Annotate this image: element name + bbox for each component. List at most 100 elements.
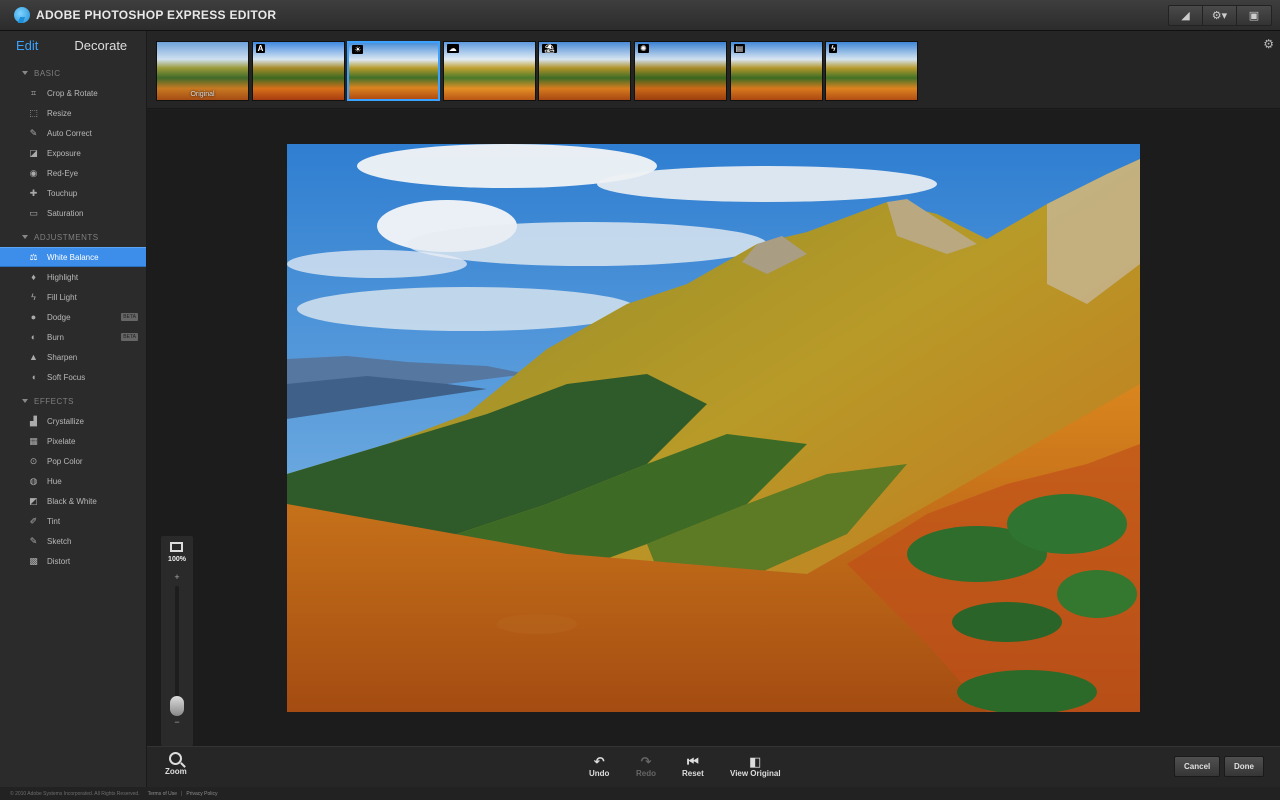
zoom-slider-handle[interactable]: [170, 696, 184, 716]
exposure-icon: ◪: [29, 147, 38, 158]
sidebar-item-white-balance[interactable]: ⚖ White Balance: [0, 247, 146, 267]
canvas-area: [147, 110, 1280, 746]
sidebar-item-label: Black & White: [47, 496, 97, 506]
copyright-text: © 2010 Adobe Systems Incorporated. All R…: [10, 790, 140, 797]
title-toolbar: ◢ ⚙▾ ▣: [1168, 5, 1272, 26]
preset-thumbnails-bar: Original A ☀ ☁ ⛱ ✺ ▤ ϟ ⚙: [147, 31, 1280, 109]
magnifier-icon: [169, 752, 183, 765]
footer-separator: |: [181, 790, 183, 797]
done-button[interactable]: Done: [1224, 756, 1264, 777]
bandage-icon: ✚: [29, 187, 38, 198]
collapse-triangle-icon: [22, 235, 28, 239]
undo-icon: ↶: [593, 754, 605, 769]
preset-thumbnail[interactable]: ☁: [442, 41, 536, 101]
sidebar-item-burn[interactable]: ◐ Burn BETA: [0, 327, 146, 347]
preset-badge-icon: ϟ: [829, 44, 838, 53]
settings-gear-icon[interactable]: ⚙: [1263, 37, 1274, 51]
cancel-button[interactable]: Cancel: [1174, 756, 1221, 777]
sidebar-item-label: Burn: [47, 332, 64, 342]
auto-correct-icon: ✎: [29, 127, 38, 138]
sidebar-item-hue[interactable]: ◍ Hue: [0, 471, 146, 491]
sidebar-item-crop-rotate[interactable]: ⌗ Crop & Rotate: [0, 83, 146, 103]
terms-link[interactable]: Terms of Use: [148, 791, 177, 797]
sidebar-item-label: Saturation: [47, 208, 84, 218]
undo-button[interactable]: ↶ Undo: [589, 754, 609, 779]
preset-badge-icon: ▤: [733, 44, 746, 53]
zoom-in-button[interactable]: +: [161, 572, 193, 582]
section-effects[interactable]: EFFECTS: [0, 391, 146, 411]
title-bar: ADOBE PHOTOSHOP EXPRESS EDITOR ◢ ⚙▾ ▣: [0, 0, 1280, 31]
mode-tabs: Edit Decorate: [0, 31, 146, 59]
sidebar-item-label: Soft Focus: [47, 372, 86, 382]
preset-badge-icon: A: [255, 44, 266, 53]
sidebar-item-dodge[interactable]: ● Dodge BETA: [0, 307, 146, 327]
sidebar-item-pixelate[interactable]: ▦ Pixelate: [0, 431, 146, 451]
sidebar-item-label: Auto Correct: [47, 128, 92, 138]
sidebar-item-distort[interactable]: ▩ Distort: [0, 551, 146, 571]
collapse-triangle-icon: [22, 71, 28, 75]
preset-thumbnail[interactable]: A: [251, 41, 345, 101]
sidebar-item-tint[interactable]: ✐ Tint: [0, 511, 146, 531]
photo-canvas[interactable]: [287, 144, 1140, 712]
view-original-button[interactable]: ◧ View Original: [730, 754, 781, 779]
section-adjustments[interactable]: ADJUSTMENTS: [0, 227, 146, 247]
brush-icon[interactable]: ◢: [1169, 6, 1203, 25]
preset-thumbnail[interactable]: ☀: [347, 41, 441, 101]
sidebar-item-fill-light[interactable]: ϟ Fill Light: [0, 287, 146, 307]
sidebar-item-crystallize[interactable]: ▟ Crystallize: [0, 411, 146, 431]
reset-icon: ⏮: [687, 754, 699, 769]
sidebar-item-sketch[interactable]: ✎ Sketch: [0, 531, 146, 551]
tools-sidebar: Edit Decorate BASIC ⌗ Crop & Rotate ⬚ Resize…: [0, 31, 147, 787]
fit-to-screen-icon[interactable]: [170, 542, 183, 552]
redo-icon: ↷: [640, 754, 652, 769]
eye-icon: ◉: [29, 167, 38, 178]
preset-thumbnail[interactable]: Original: [156, 41, 249, 101]
privacy-link[interactable]: Privacy Policy: [186, 791, 217, 797]
tool-sections: BASIC ⌗ Crop & Rotate ⬚ Resize ✎ Auto Correct ◪…: [0, 63, 146, 571]
sidebar-item-label: Exposure: [47, 148, 81, 158]
sidebar-item-auto-correct[interactable]: ✎ Auto Correct: [0, 123, 146, 143]
sidebar-item-exposure[interactable]: ◪ Exposure: [0, 143, 146, 163]
preset-thumbnail[interactable]: ⛱: [538, 41, 632, 101]
tab-edit[interactable]: Edit: [16, 38, 38, 53]
sidebar-item-label: Pixelate: [47, 436, 76, 446]
sidebar-item-label: Sketch: [47, 536, 72, 546]
sidebar-item-pop-color[interactable]: ⊙ Pop Color: [0, 451, 146, 471]
fullscreen-icon[interactable]: ▣: [1237, 6, 1271, 25]
sidebar-item-sharpen[interactable]: ▲ Sharpen: [0, 347, 146, 367]
gear-menu-icon[interactable]: ⚙▾: [1203, 6, 1237, 25]
sidebar-item-resize[interactable]: ⬚ Resize: [0, 103, 146, 123]
photoshop-express-logo-icon: [14, 7, 30, 23]
preset-thumbnail[interactable]: ▤: [729, 41, 823, 101]
sidebar-item-label: Dodge: [47, 312, 71, 322]
dodge-icon: ●: [30, 312, 37, 322]
target-icon: ⊙: [29, 455, 38, 466]
zoom-label: Zoom: [165, 767, 187, 776]
sidebar-item-black-white[interactable]: ◩ Black & White: [0, 491, 146, 511]
compare-icon: ◧: [749, 754, 762, 769]
saturation-icon: ▭: [29, 207, 38, 218]
pencil-icon: ✐: [29, 515, 38, 526]
bottom-toolbar: Zoom ↶ Undo ↷ Redo ⏮ Reset ◧ View Origin…: [147, 746, 1280, 787]
sidebar-item-touchup[interactable]: ✚ Touchup: [0, 183, 146, 203]
sidebar-item-soft-focus[interactable]: ◖ Soft Focus: [0, 367, 146, 387]
sidebar-item-highlight[interactable]: ♦ Highlight: [0, 267, 146, 287]
grid-icon: ▩: [29, 555, 38, 566]
beta-badge: BETA: [121, 313, 138, 321]
sidebar-item-label: Tint: [47, 516, 61, 526]
redo-button[interactable]: ↷ Redo: [636, 754, 656, 779]
preset-thumbnail[interactable]: ϟ: [825, 41, 919, 101]
preset-thumbnail[interactable]: ✺: [634, 41, 727, 101]
section-basic[interactable]: BASIC: [0, 63, 146, 83]
reset-label: Reset: [682, 769, 704, 778]
sidebar-item-label: Pop Color: [47, 456, 83, 466]
sidebar-item-saturation[interactable]: ▭ Saturation: [0, 203, 146, 223]
zoom-button[interactable]: Zoom: [165, 752, 187, 776]
zoom-out-button[interactable]: −: [161, 717, 193, 727]
tab-decorate[interactable]: Decorate: [74, 38, 127, 53]
crop-icon: ⌗: [30, 87, 37, 98]
sidebar-item-red-eye[interactable]: ◉ Red-Eye: [0, 163, 146, 183]
resize-icon: ⬚: [29, 107, 38, 118]
reset-button[interactable]: ⏮ Reset: [682, 754, 704, 779]
app-title: ADOBE PHOTOSHOP EXPRESS EDITOR: [36, 8, 277, 22]
